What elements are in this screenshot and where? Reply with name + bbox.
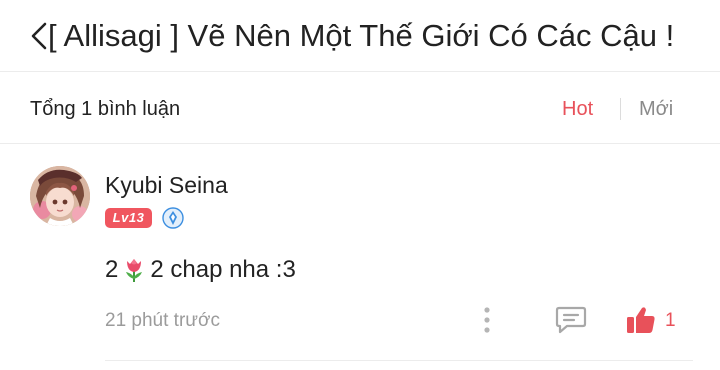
avatar[interactable]: [30, 166, 90, 226]
comment-text-part: 2 chap nha :3: [150, 256, 296, 283]
comment-count-label: Tổng 1 bình luận: [30, 98, 181, 120]
comment-username[interactable]: Kyubi Seina: [105, 171, 228, 199]
comment-timestamp: 21 phút trước: [105, 310, 220, 331]
sort-new-tab[interactable]: Mới: [639, 96, 673, 122]
header-bar: [ Allisagi ] Vẽ Nên Một Thế Giới Có Các …: [0, 0, 720, 72]
sort-hot-tab[interactable]: Hot: [562, 96, 593, 122]
comment-text: 2 2 chap nha :3: [105, 255, 296, 285]
more-vertical-icon[interactable]: [480, 305, 494, 335]
level-badge: Lv13: [105, 208, 152, 228]
page-title: [ Allisagi ] Vẽ Nên Một Thế Giới Có Các …: [48, 18, 675, 53]
comments-summary-bar: Tổng 1 bình luận Hot Mới: [0, 72, 720, 144]
reply-icon[interactable]: [555, 304, 587, 334]
chevron-left-icon[interactable]: [30, 22, 48, 50]
comment-text-part: 2: [105, 256, 119, 283]
rank-badge-icon: [162, 207, 184, 229]
thumbs-up-icon[interactable]: [625, 304, 657, 336]
comment-divider: [105, 360, 693, 361]
comment-item: Kyubi Seina Lv13 2 2 chap nha :3 21 phút…: [0, 144, 720, 370]
tulip-icon: [126, 259, 143, 282]
sort-divider: [620, 98, 621, 120]
like-count: 1: [665, 310, 676, 331]
